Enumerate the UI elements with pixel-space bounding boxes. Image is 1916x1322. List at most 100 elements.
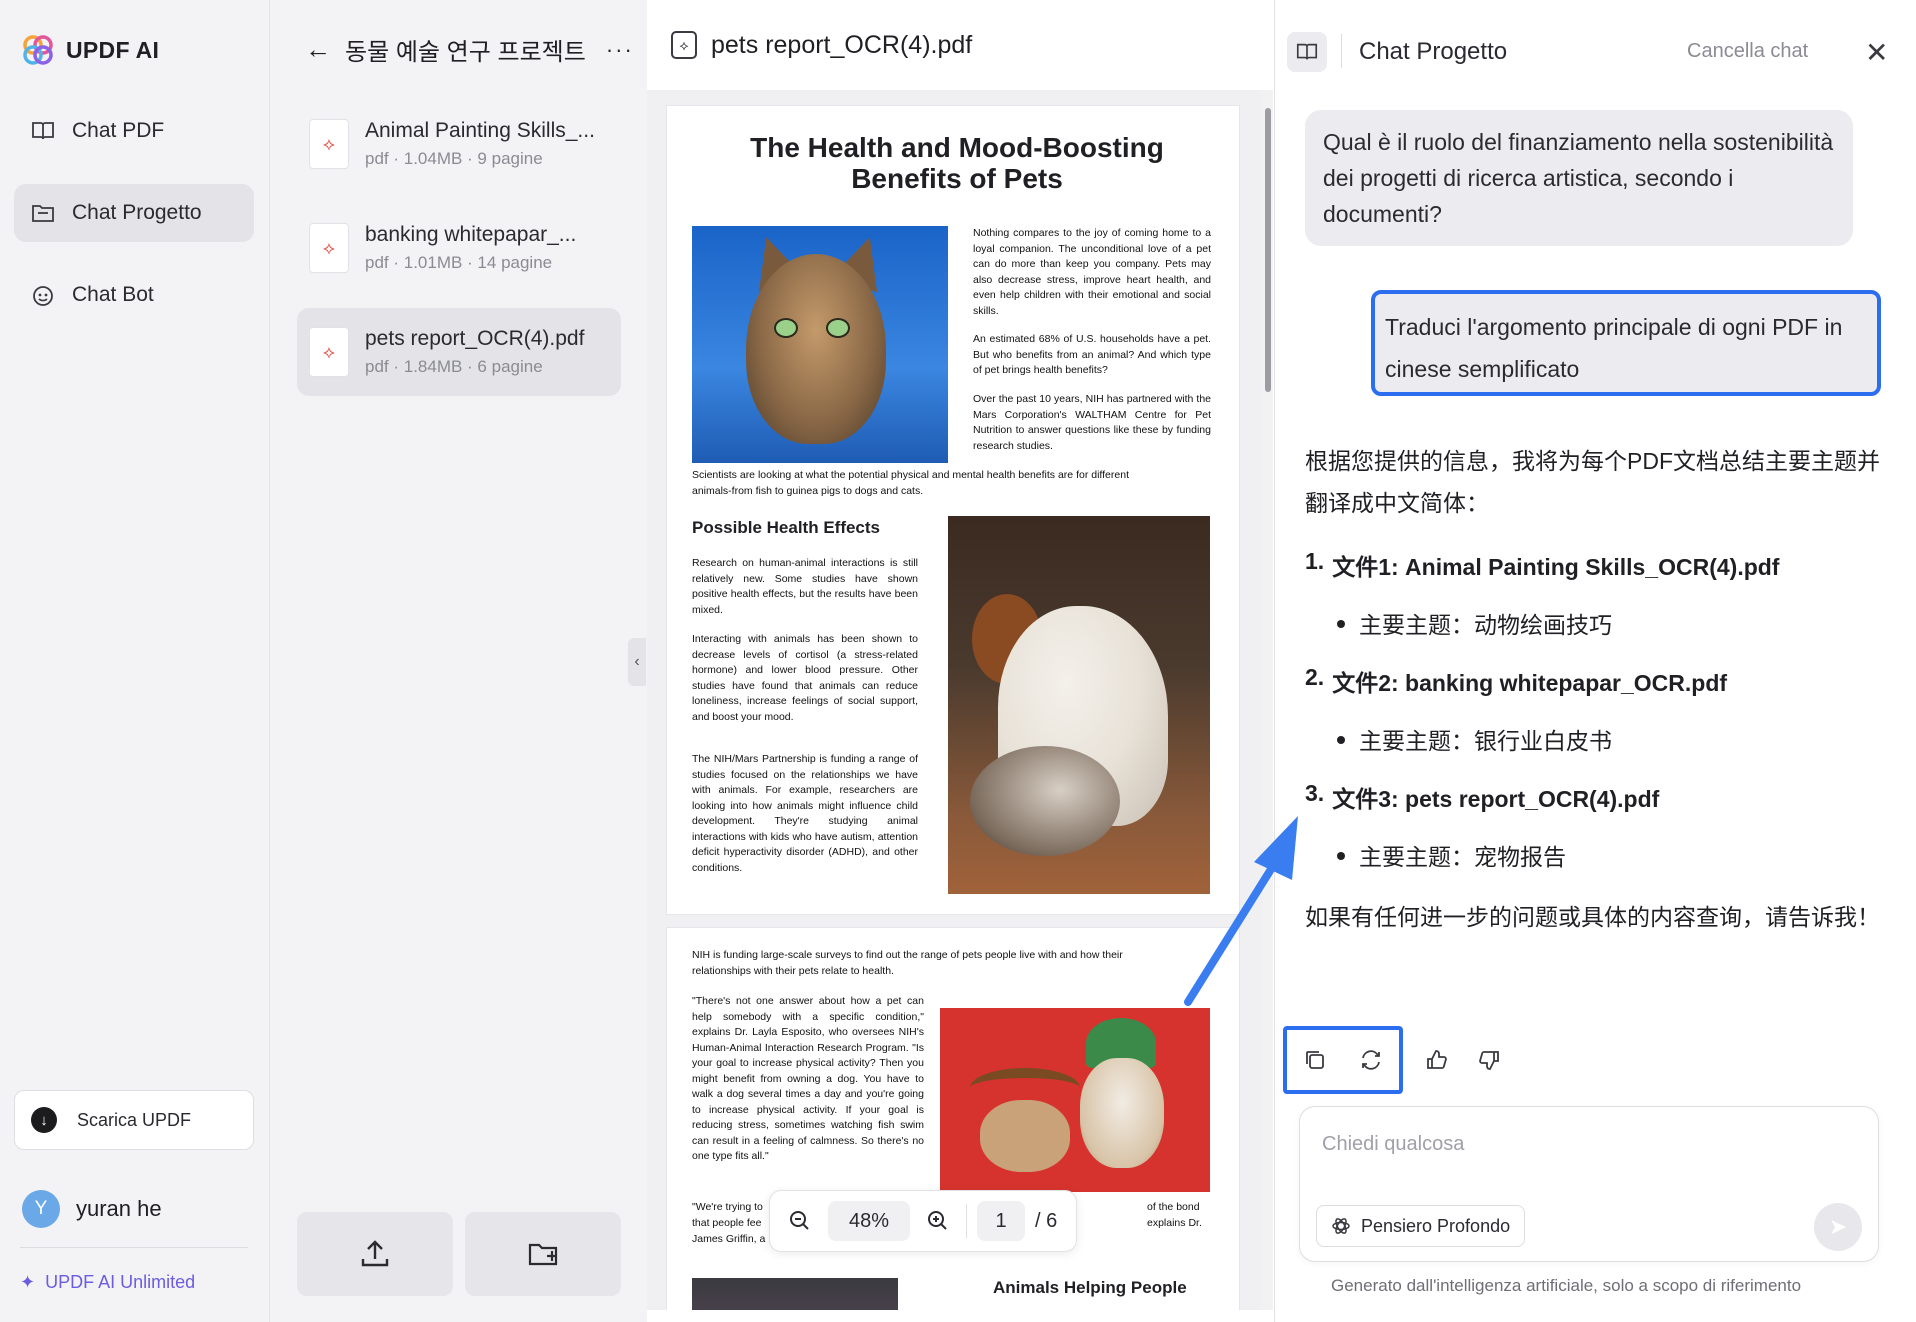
cat-photo <box>692 226 948 463</box>
file-item-selected[interactable]: ⟡ pets report_OCR(4).pdf pdf · 1.84MB · … <box>297 308 621 396</box>
nav-item-chat-progetto[interactable]: Chat Progetto <box>14 184 254 242</box>
doc-caption: Scientists are looking at what the poten… <box>692 469 1129 497</box>
download-label: Scarica UPDF <box>77 1109 192 1130</box>
project-files-panel: ← 동물 예술 연구 프로젝트 ··· ⟡ Animal Painting Sk… <box>271 0 647 1322</box>
send-button[interactable]: ➤ <box>1814 1203 1862 1251</box>
pdf-icon: ⟡ <box>671 31 697 59</box>
clear-chat-button[interactable]: Cancella chat <box>1687 40 1808 63</box>
zoom-out-button[interactable] <box>782 1203 818 1239</box>
upload-icon <box>361 1240 389 1267</box>
doc-paragraph: An estimated 68% of U.S. households have… <box>973 333 1211 376</box>
file-meta: pdf · 1.04MB · 9 pagine <box>365 149 543 168</box>
nav-item-label: Chat Progetto <box>72 201 202 224</box>
book-toggle-button[interactable] <box>1287 32 1327 72</box>
highlighted-actions <box>1283 1026 1403 1094</box>
document-area[interactable]: The Health and Mood-Boosting Benefits of… <box>647 90 1264 1310</box>
page-total: / 6 <box>1035 1209 1058 1232</box>
doc-paragraph: Over the past 10 years, NIH has partnere… <box>973 393 1211 452</box>
bullet-icon <box>1337 852 1345 860</box>
copy-button[interactable] <box>1291 1036 1339 1084</box>
project-title: 동물 예술 연구 프로젝트 <box>345 39 586 66</box>
viewer-header: ⟡ pets report_OCR(4).pdf <box>647 0 1274 90</box>
collapse-panel-button[interactable]: ‹ <box>628 638 646 686</box>
doc-paragraph: "There's not one answer about how a pet … <box>692 995 924 1162</box>
upload-button[interactable] <box>297 1212 453 1296</box>
item-title: 文件3: pets report_OCR(4).pdf <box>1332 786 1660 812</box>
nav-item-chat-bot[interactable]: Chat Bot <box>14 266 254 324</box>
scrollbar-thumb[interactable] <box>1265 108 1271 392</box>
nav-item-chat-pdf[interactable]: Chat PDF <box>14 102 254 160</box>
answer-item: 2. 文件2: banking whitepapar_OCR.pdf <box>1305 664 1895 698</box>
file-name: banking whitepapar_... <box>365 223 577 246</box>
previous-question-bubble: Qual è il ruolo del finanziamento nella … <box>1305 110 1853 246</box>
christmas-dogs-photo <box>940 1008 1210 1192</box>
zoom-out-icon <box>790 1211 809 1230</box>
pdf-file-icon: ⟡ <box>309 119 349 169</box>
doc-title: The Health and Mood-Boosting Benefits of… <box>750 132 1164 194</box>
back-arrow-icon[interactable]: ← <box>305 34 331 65</box>
ai-disclaimer: Generato dall'intelligenza artificiale, … <box>1331 1276 1802 1295</box>
answer-subitem: 主要主题：银行业白皮书 <box>1337 722 1895 756</box>
zoom-level[interactable]: 48% <box>828 1201 910 1241</box>
user-message-bubble: Traduci l'argomento principale di ogni P… <box>1371 290 1881 396</box>
doc-paragraph: The NIH/Mars Partnership is funding a ra… <box>692 753 918 874</box>
thumbs-down-icon <box>1479 1051 1499 1070</box>
zoom-in-button[interactable] <box>920 1203 956 1239</box>
item-number: 1. <box>1305 548 1325 574</box>
file-name: pets report_OCR(4).pdf <box>365 327 585 350</box>
viewer-scrollbar[interactable] <box>1263 90 1273 1310</box>
download-updf-button[interactable]: ↓ Scarica UPDF <box>14 1090 254 1150</box>
answer-outro: 如果有任何进一步的问题或具体的内容查询，请告诉我！ <box>1305 904 1880 930</box>
bot-icon <box>33 286 53 306</box>
nav-item-label: Chat Bot <box>72 283 154 306</box>
doc-heading: Possible Health Effects <box>692 518 881 537</box>
book-icon <box>32 122 54 140</box>
flower-photo <box>692 1278 898 1310</box>
chat-input-placeholder[interactable]: Chiedi qualcosa <box>1322 1133 1464 1156</box>
close-icon[interactable]: ✕ <box>1865 36 1888 69</box>
regenerate-button[interactable] <box>1347 1036 1395 1084</box>
download-icon: ↓ <box>31 1107 57 1133</box>
divider <box>966 1204 967 1238</box>
viewer-filename: pets report_OCR(4).pdf <box>711 30 973 59</box>
pdf-file-icon: ⟡ <box>309 223 349 273</box>
app-window: UPDF AI Chat PDF Chat Progetto Chat Bot … <box>0 0 1916 1322</box>
more-options-icon[interactable]: ··· <box>606 37 634 63</box>
item-number: 3. <box>1305 780 1325 806</box>
file-item[interactable]: ⟡ Animal Painting Skills_... pdf · 1.04M… <box>297 100 621 188</box>
answer-subitem: 主要主题：宠物报告 <box>1337 838 1895 872</box>
file-item[interactable]: ⟡ banking whitepapar_... pdf · 1.01MB · … <box>297 204 621 292</box>
updf-logo-icon <box>23 35 53 65</box>
pdf-page: The Health and Mood-Boosting Benefits of… <box>667 106 1239 914</box>
answer-actions <box>1283 1026 1513 1094</box>
user-profile[interactable]: Y yuran he <box>22 1190 162 1228</box>
chat-input-box[interactable]: Chiedi qualcosa Pensiero Profondo ➤ <box>1299 1106 1879 1262</box>
file-meta: pdf · 1.01MB · 14 pagine <box>365 253 553 272</box>
doc-paragraph: explains Dr. <box>1147 1217 1202 1229</box>
chat-header: Chat Progetto Cancella chat ✕ <box>1275 0 1916 90</box>
item-number: 2. <box>1305 664 1325 690</box>
copy-icon <box>1306 1051 1324 1069</box>
doc-heading: Animals Helping People <box>993 1278 1187 1297</box>
deep-thinking-toggle[interactable]: Pensiero Profondo <box>1316 1205 1526 1247</box>
thumbs-up-button[interactable] <box>1413 1036 1461 1084</box>
folder-plus-icon <box>528 1243 558 1266</box>
nav-item-label: Chat PDF <box>72 119 165 142</box>
project-header: ← 동물 예술 연구 프로젝트 ··· <box>305 32 634 67</box>
answer-subitem: 主要主题：动物绘画技巧 <box>1337 606 1895 640</box>
plan-link[interactable]: ✦ UPDF AI Unlimited <box>20 1272 195 1293</box>
answer-intro: 根据您提供的信息，我将为每个PDF文档总结主要主题并翻译成中文简体： <box>1305 448 1880 516</box>
left-nav: UPDF AI Chat PDF Chat Progetto Chat Bot … <box>0 0 270 1322</box>
avatar: Y <box>22 1190 60 1228</box>
doc-paragraph: of the bond <box>1147 1201 1200 1213</box>
deep-thinking-label: Pensiero Profondo <box>1361 1215 1511 1236</box>
page-input[interactable]: 1 <box>977 1201 1025 1241</box>
sparkle-icon: ✦ <box>20 1272 36 1292</box>
chat-panel: Chat Progetto Cancella chat ✕ Qual è il … <box>1274 0 1916 1322</box>
user-name: yuran he <box>76 1196 162 1221</box>
book-icon <box>1296 43 1318 60</box>
zoom-in-icon <box>928 1211 947 1230</box>
refresh-icon <box>1362 1050 1380 1070</box>
thumbs-down-button[interactable] <box>1465 1036 1513 1084</box>
new-folder-button[interactable] <box>465 1212 621 1296</box>
